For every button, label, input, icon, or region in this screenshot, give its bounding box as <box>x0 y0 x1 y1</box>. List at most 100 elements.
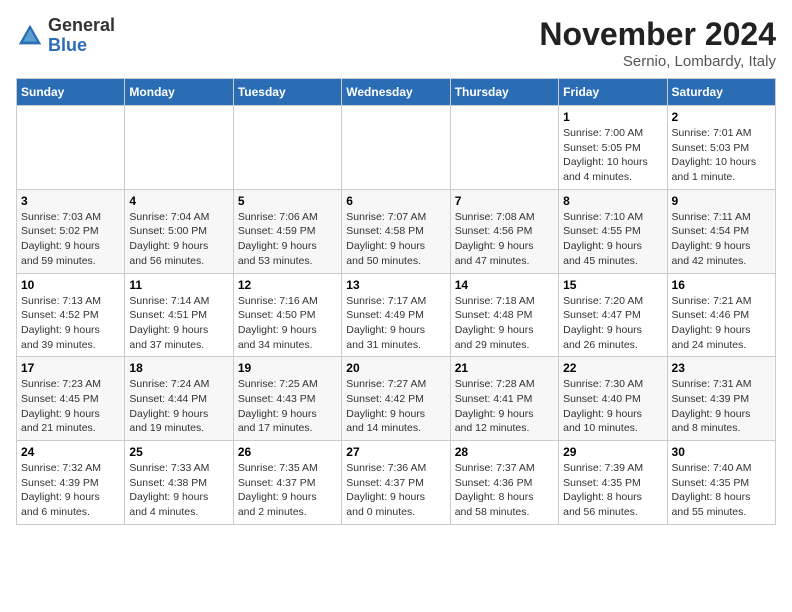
weekday-header-cell: Saturday <box>667 79 775 106</box>
day-number: 17 <box>21 361 120 375</box>
day-info: Sunrise: 7:20 AM Sunset: 4:47 PM Dayligh… <box>563 294 662 353</box>
calendar-day-cell: 30 Sunrise: 7:40 AM Sunset: 4:35 PM Dayli… <box>667 441 775 525</box>
day-number: 25 <box>129 445 228 459</box>
day-number: 26 <box>238 445 337 459</box>
day-number: 5 <box>238 194 337 208</box>
day-number: 20 <box>346 361 445 375</box>
day-info: Sunrise: 7:27 AM Sunset: 4:42 PM Dayligh… <box>346 377 445 436</box>
weekday-header-cell: Monday <box>125 79 233 106</box>
calendar-day-cell: 14Sunrise: 7:18 AM Sunset: 4:48 PM Dayli… <box>450 273 558 357</box>
day-number: 11 <box>129 278 228 292</box>
location-subtitle: Sernio, Lombardy, Italy <box>539 53 776 70</box>
day-number: 22 <box>563 361 662 375</box>
day-info: Sunrise: 7:17 AM Sunset: 4:49 PM Dayligh… <box>346 294 445 353</box>
day-info: Sunrise: 7:25 AM Sunset: 4:43 PM Dayligh… <box>238 377 337 436</box>
day-info: Sunrise: 7:21 AM Sunset: 4:46 PM Dayligh… <box>672 294 771 353</box>
calendar-day-cell: 2Sunrise: 7:01 AM Sunset: 5:03 PM Daylig… <box>667 106 775 190</box>
calendar-day-cell <box>450 106 558 190</box>
day-info: Sunrise: 7:11 AM Sunset: 4:54 PM Dayligh… <box>672 210 771 269</box>
day-info: Sunrise: 7:13 AM Sunset: 4:52 PM Dayligh… <box>21 294 120 353</box>
day-info: Sunrise: 7:04 AM Sunset: 5:00 PM Dayligh… <box>129 210 228 269</box>
day-info: Sunrise: 7:37 AM Sunset: 4:36 PM Dayligh… <box>455 461 554 520</box>
day-info: Sunrise: 7:23 AM Sunset: 4:45 PM Dayligh… <box>21 377 120 436</box>
day-info: Sunrise: 7:32 AM Sunset: 4:39 PM Dayligh… <box>21 461 120 520</box>
calendar-day-cell: 3 Sunrise: 7:03 AM Sunset: 5:02 PM Daylig… <box>17 189 125 273</box>
month-title: November 2024 <box>539 16 776 53</box>
calendar-day-cell <box>17 106 125 190</box>
calendar-day-cell: 10 Sunrise: 7:13 AM Sunset: 4:52 PM Dayli… <box>17 273 125 357</box>
calendar-week-row: 3 Sunrise: 7:03 AM Sunset: 5:02 PM Daylig… <box>17 189 776 273</box>
logo: General Blue <box>16 16 115 56</box>
day-number: 15 <box>563 278 662 292</box>
calendar-day-cell: 13 Sunrise: 7:17 AM Sunset: 4:49 PM Dayli… <box>342 273 450 357</box>
day-info: Sunrise: 7:14 AM Sunset: 4:51 PM Dayligh… <box>129 294 228 353</box>
day-info: Sunrise: 7:30 AM Sunset: 4:40 PM Dayligh… <box>563 377 662 436</box>
day-number: 13 <box>346 278 445 292</box>
calendar-day-cell: 21 Sunrise: 7:28 AM Sunset: 4:41 PM Dayli… <box>450 357 558 441</box>
day-number: 29 <box>563 445 662 459</box>
day-number: 12 <box>238 278 337 292</box>
calendar-day-cell <box>233 106 341 190</box>
calendar-day-cell <box>342 106 450 190</box>
calendar-day-cell: 6Sunrise: 7:07 AM Sunset: 4:58 PM Daylig… <box>342 189 450 273</box>
day-info: Sunrise: 7:40 AM Sunset: 4:35 PM Dayligh… <box>672 461 771 520</box>
day-info: Sunrise: 7:08 AM Sunset: 4:56 PM Dayligh… <box>455 210 554 269</box>
calendar-day-cell: 9 Sunrise: 7:11 AM Sunset: 4:54 PM Daylig… <box>667 189 775 273</box>
calendar-day-cell: 15 Sunrise: 7:20 AM Sunset: 4:47 PM Dayli… <box>559 273 667 357</box>
day-number: 4 <box>129 194 228 208</box>
weekday-header-cell: Sunday <box>17 79 125 106</box>
calendar-day-cell: 24 Sunrise: 7:32 AM Sunset: 4:39 PM Dayli… <box>17 441 125 525</box>
day-info: Sunrise: 7:33 AM Sunset: 4:38 PM Dayligh… <box>129 461 228 520</box>
day-number: 7 <box>455 194 554 208</box>
weekday-header-cell: Wednesday <box>342 79 450 106</box>
calendar-day-cell: 25 Sunrise: 7:33 AM Sunset: 4:38 PM Dayli… <box>125 441 233 525</box>
calendar-day-cell: 18 Sunrise: 7:24 AM Sunset: 4:44 PM Dayli… <box>125 357 233 441</box>
calendar-day-cell: 11 Sunrise: 7:14 AM Sunset: 4:51 PM Dayli… <box>125 273 233 357</box>
day-info: Sunrise: 7:28 AM Sunset: 4:41 PM Dayligh… <box>455 377 554 436</box>
day-info: Sunrise: 7:39 AM Sunset: 4:35 PM Dayligh… <box>563 461 662 520</box>
day-info: Sunrise: 7:06 AM Sunset: 4:59 PM Dayligh… <box>238 210 337 269</box>
calendar-day-cell: 17 Sunrise: 7:23 AM Sunset: 4:45 PM Dayli… <box>17 357 125 441</box>
day-number: 1 <box>563 110 662 124</box>
day-number: 9 <box>672 194 771 208</box>
calendar-body: 1Sunrise: 7:00 AM Sunset: 5:05 PM Daylig… <box>17 106 776 525</box>
weekday-header-cell: Friday <box>559 79 667 106</box>
day-number: 23 <box>672 361 771 375</box>
day-number: 3 <box>21 194 120 208</box>
day-number: 28 <box>455 445 554 459</box>
calendar-day-cell: 26 Sunrise: 7:35 AM Sunset: 4:37 PM Dayli… <box>233 441 341 525</box>
day-info: Sunrise: 7:31 AM Sunset: 4:39 PM Dayligh… <box>672 377 771 436</box>
day-info: Sunrise: 7:03 AM Sunset: 5:02 PM Dayligh… <box>21 210 120 269</box>
day-info: Sunrise: 7:35 AM Sunset: 4:37 PM Dayligh… <box>238 461 337 520</box>
logo-icon <box>16 22 44 50</box>
calendar-day-cell: 19Sunrise: 7:25 AM Sunset: 4:43 PM Dayli… <box>233 357 341 441</box>
calendar-day-cell: 5 Sunrise: 7:06 AM Sunset: 4:59 PM Daylig… <box>233 189 341 273</box>
calendar-day-cell: 1Sunrise: 7:00 AM Sunset: 5:05 PM Daylig… <box>559 106 667 190</box>
calendar-day-cell <box>125 106 233 190</box>
day-number: 8 <box>563 194 662 208</box>
weekday-header-cell: Thursday <box>450 79 558 106</box>
calendar-day-cell: 29 Sunrise: 7:39 AM Sunset: 4:35 PM Dayli… <box>559 441 667 525</box>
day-info: Sunrise: 7:18 AM Sunset: 4:48 PM Dayligh… <box>455 294 554 353</box>
calendar-week-row: 17 Sunrise: 7:23 AM Sunset: 4:45 PM Dayli… <box>17 357 776 441</box>
day-info: Sunrise: 7:24 AM Sunset: 4:44 PM Dayligh… <box>129 377 228 436</box>
day-number: 24 <box>21 445 120 459</box>
calendar-day-cell: 4 Sunrise: 7:04 AM Sunset: 5:00 PM Daylig… <box>125 189 233 273</box>
day-number: 18 <box>129 361 228 375</box>
day-number: 10 <box>21 278 120 292</box>
weekday-header-row: SundayMondayTuesdayWednesdayThursdayFrid… <box>17 79 776 106</box>
title-block: November 2024 Sernio, Lombardy, Italy <box>539 16 776 70</box>
day-number: 30 <box>672 445 771 459</box>
page-header: General Blue November 2024 Sernio, Lomba… <box>16 16 776 70</box>
calendar-week-row: 1Sunrise: 7:00 AM Sunset: 5:05 PM Daylig… <box>17 106 776 190</box>
calendar-week-row: 24 Sunrise: 7:32 AM Sunset: 4:39 PM Dayli… <box>17 441 776 525</box>
day-info: Sunrise: 7:07 AM Sunset: 4:58 PM Dayligh… <box>346 210 445 269</box>
day-number: 21 <box>455 361 554 375</box>
calendar-day-cell: 8Sunrise: 7:10 AM Sunset: 4:55 PM Daylig… <box>559 189 667 273</box>
day-number: 16 <box>672 278 771 292</box>
day-number: 2 <box>672 110 771 124</box>
day-info: Sunrise: 7:36 AM Sunset: 4:37 PM Dayligh… <box>346 461 445 520</box>
calendar-day-cell: 27Sunrise: 7:36 AM Sunset: 4:37 PM Dayli… <box>342 441 450 525</box>
calendar-day-cell: 22 Sunrise: 7:30 AM Sunset: 4:40 PM Dayli… <box>559 357 667 441</box>
calendar-table: SundayMondayTuesdayWednesdayThursdayFrid… <box>16 78 776 525</box>
